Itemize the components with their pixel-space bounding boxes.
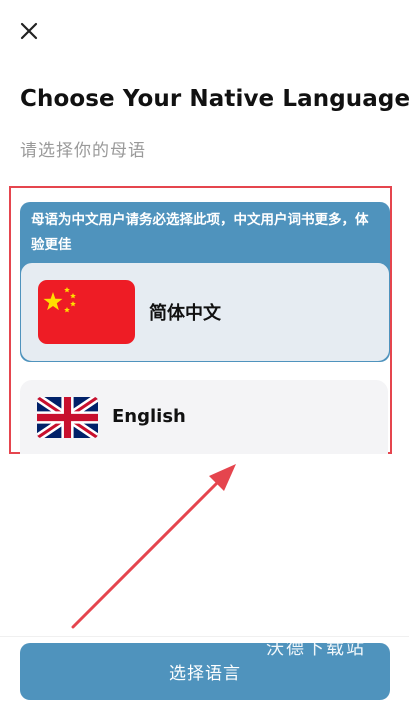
china-flag-icon	[38, 280, 135, 344]
language-label-english: English	[112, 406, 186, 427]
choose-language-button[interactable]: 选择语言	[20, 643, 390, 700]
close-icon	[20, 22, 38, 40]
language-option-english[interactable]: English	[20, 380, 388, 454]
page-title: Choose Your Native Language	[20, 86, 409, 112]
language-notice-card: 母语为中文用户请务必选择此项，中文用户词书更多，体验更佳 简体中文	[20, 202, 390, 362]
page-subtitle: 请选择你的母语	[20, 141, 146, 161]
language-option-chinese[interactable]: 简体中文	[20, 262, 390, 362]
footer-divider	[0, 636, 409, 637]
notice-text: 母语为中文用户请务必选择此项，中文用户词书更多，体验更佳	[31, 212, 369, 253]
uk-flag-icon	[37, 397, 98, 438]
close-button[interactable]	[14, 16, 44, 46]
language-label-chinese: 简体中文	[149, 303, 221, 324]
